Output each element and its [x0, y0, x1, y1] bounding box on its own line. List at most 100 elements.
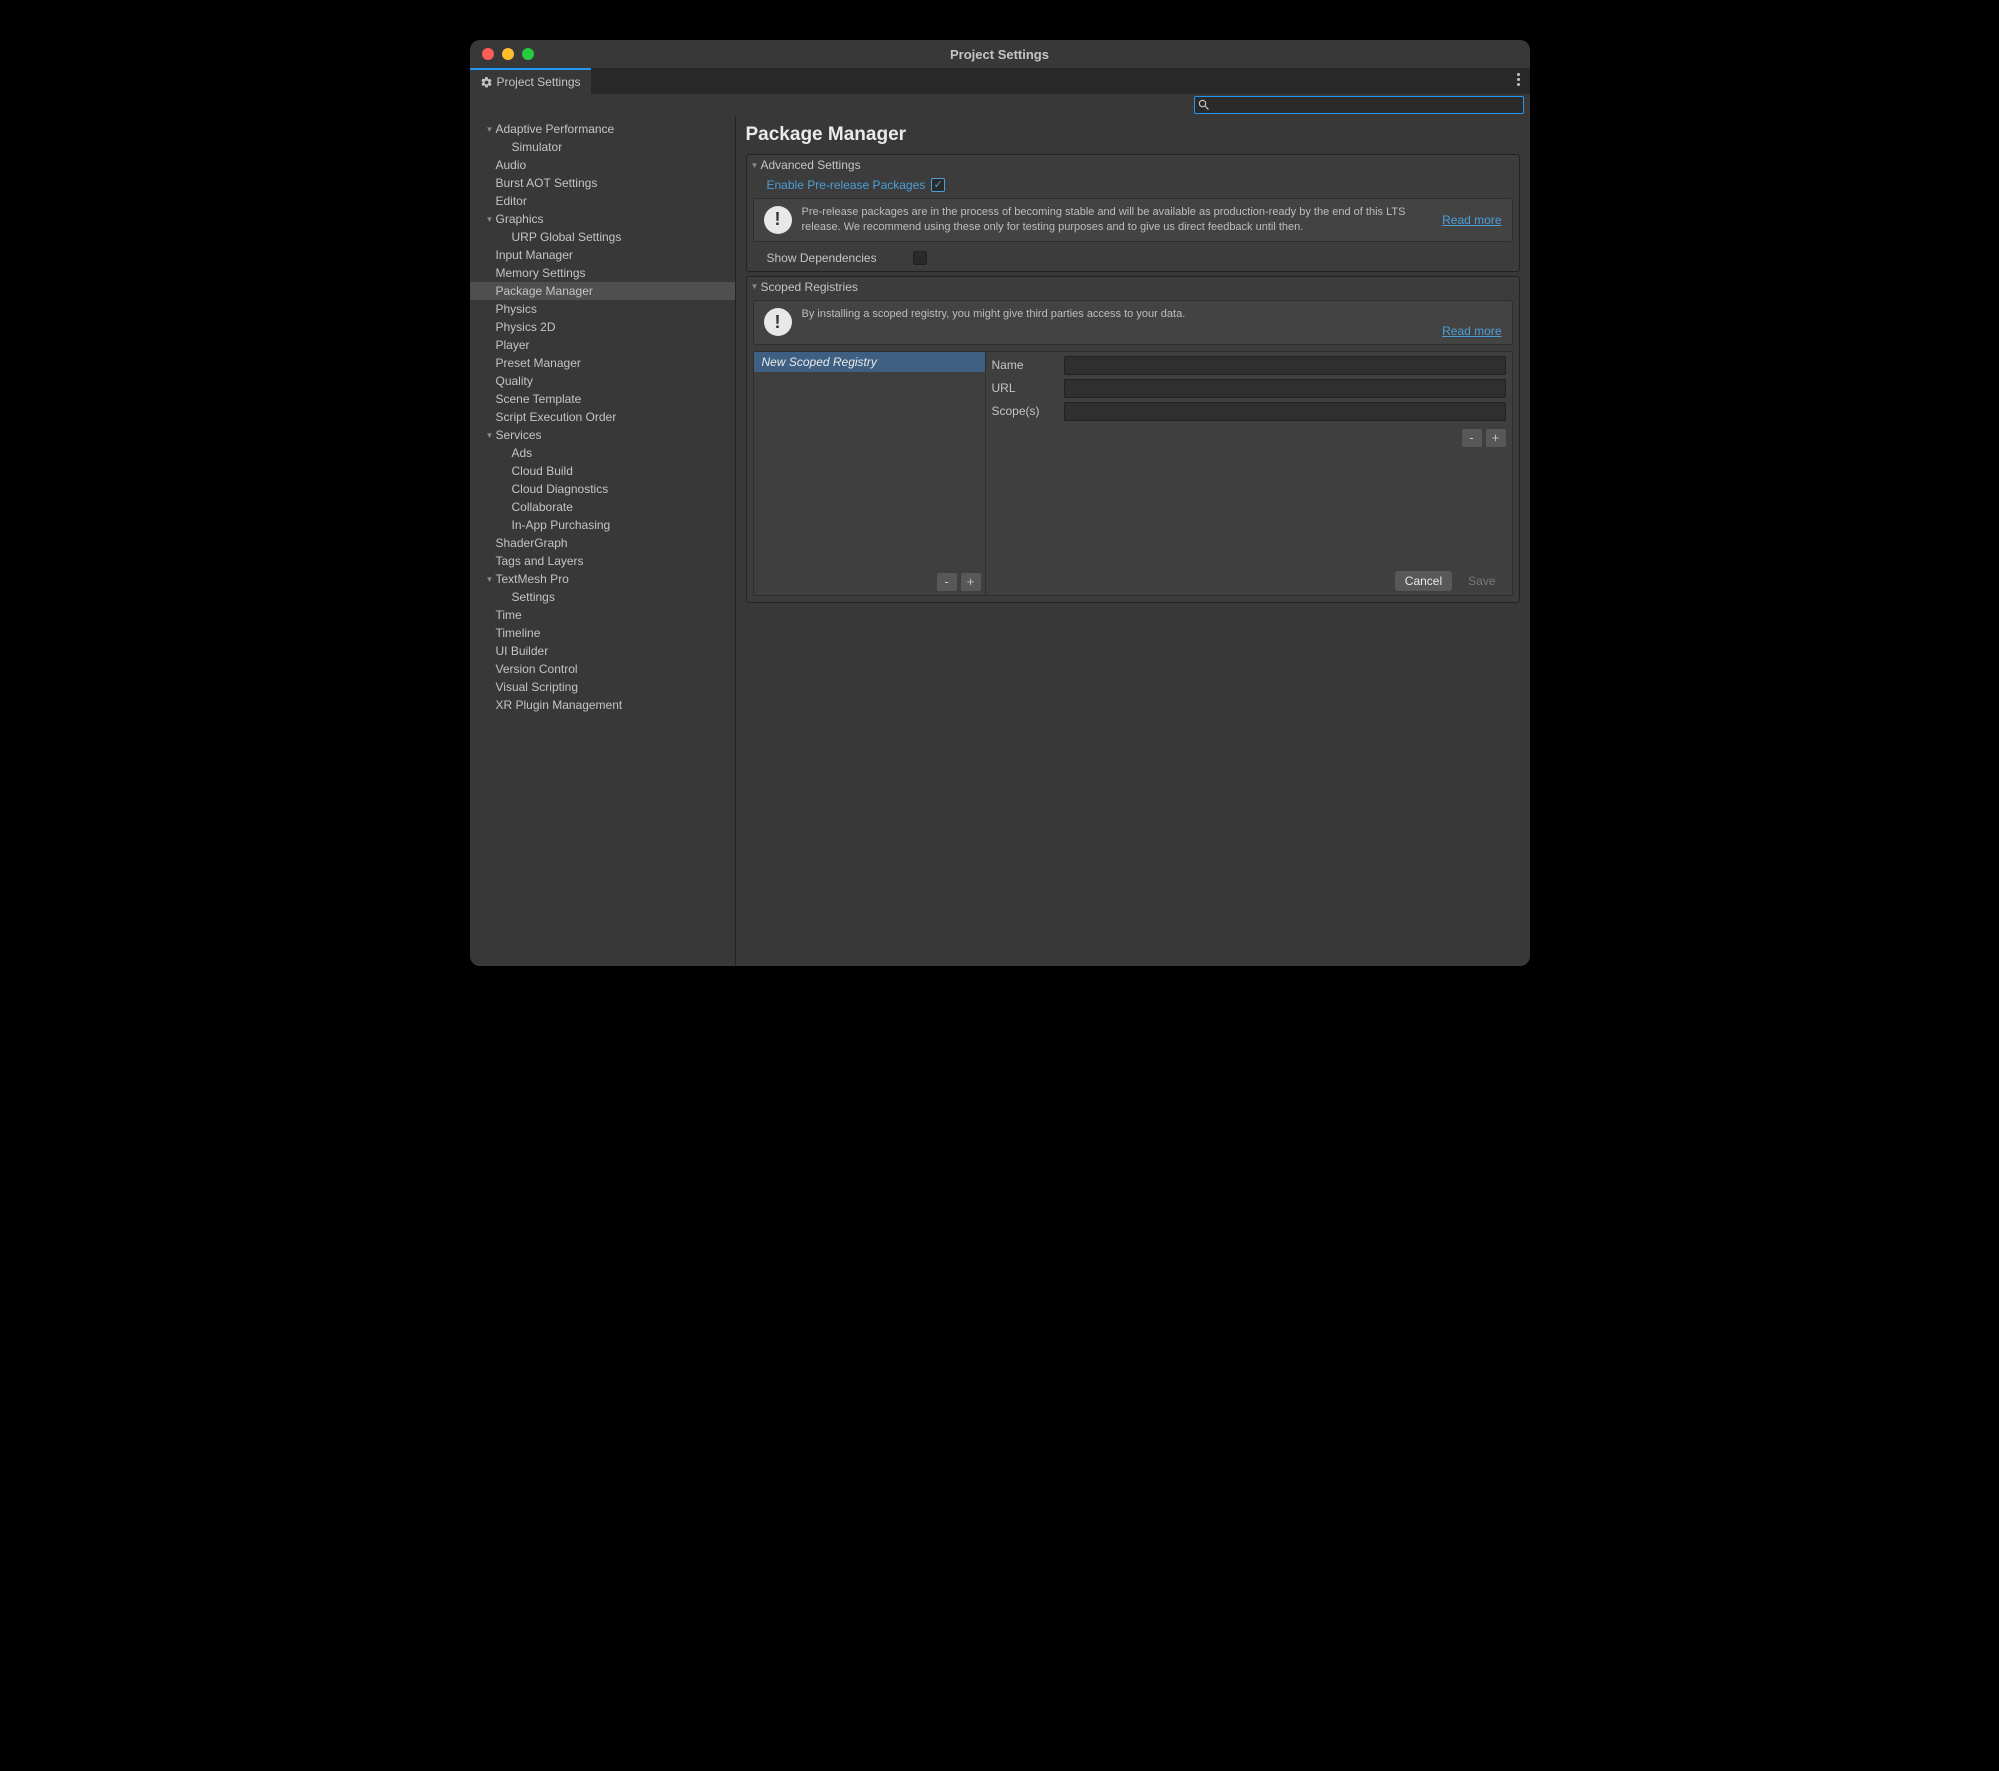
sidebar-item-label: Simulator: [512, 140, 563, 154]
sidebar-item-version-control[interactable]: ▼Version Control: [470, 660, 735, 678]
info-icon: !: [764, 206, 792, 234]
close-window-button[interactable]: [482, 48, 494, 60]
infobox-text: Pre-release packages are in the process …: [802, 205, 1433, 235]
sidebar-item-shadergraph[interactable]: ▼ShaderGraph: [470, 534, 735, 552]
zoom-window-button[interactable]: [522, 48, 534, 60]
sidebar-item-in-app-purchasing[interactable]: ▼In-App Purchasing: [470, 516, 735, 534]
panel-header-label: Scoped Registries: [761, 280, 858, 294]
sidebar-item-scene-template[interactable]: ▼Scene Template: [470, 390, 735, 408]
sidebar-item-label: Timeline: [496, 626, 541, 640]
info-icon: !: [764, 308, 792, 336]
sidebar-item-player[interactable]: ▼Player: [470, 336, 735, 354]
foldout-arrow-icon: ▼: [751, 282, 761, 291]
advanced-settings-foldout[interactable]: ▼ Advanced Settings: [747, 155, 1519, 175]
read-more-link[interactable]: Read more: [1442, 324, 1501, 338]
sidebar-item-label: Cloud Build: [512, 464, 573, 478]
sidebar-item-timeline[interactable]: ▼Timeline: [470, 624, 735, 642]
sidebar-item-input-manager[interactable]: ▼Input Manager: [470, 246, 735, 264]
page-title: Package Manager: [746, 124, 1520, 146]
add-registry-button[interactable]: +: [961, 573, 981, 591]
cancel-button[interactable]: Cancel: [1395, 571, 1452, 591]
sidebar-item-label: UI Builder: [496, 644, 549, 658]
tab-project-settings[interactable]: Project Settings: [470, 68, 591, 94]
sidebar-item-label: XR Plugin Management: [496, 698, 623, 712]
sidebar-item-cloud-build[interactable]: ▼Cloud Build: [470, 462, 735, 480]
save-button[interactable]: Save: [1458, 571, 1505, 591]
panel-header-label: Advanced Settings: [761, 158, 861, 172]
sidebar-item-label: Audio: [496, 158, 527, 172]
sidebar-item-label: Player: [496, 338, 530, 352]
sidebar-item-label: In-App Purchasing: [512, 518, 611, 532]
registry-name-input[interactable]: [1064, 356, 1506, 375]
sidebar-item-ui-builder[interactable]: ▼UI Builder: [470, 642, 735, 660]
sidebar-item-label: TextMesh Pro: [496, 572, 569, 586]
advanced-settings-panel: ▼ Advanced Settings Enable Pre-release P…: [746, 154, 1520, 272]
sidebar-item-package-manager[interactable]: ▼Package Manager: [470, 282, 735, 300]
sidebar-item-label: Physics 2D: [496, 320, 556, 334]
sidebar-item-xr-plugin-management[interactable]: ▼XR Plugin Management: [470, 696, 735, 714]
sidebar-item-simulator[interactable]: ▼Simulator: [470, 138, 735, 156]
sidebar-item-label: Input Manager: [496, 248, 573, 262]
sidebar-item-label: URP Global Settings: [512, 230, 622, 244]
sidebar-item-label: Preset Manager: [496, 356, 581, 370]
infobox-text: By installing a scoped registry, you mig…: [802, 307, 1502, 322]
enable-prerelease-checkbox[interactable]: [931, 178, 945, 192]
sidebar-item-physics[interactable]: ▼Physics: [470, 300, 735, 318]
registry-url-input[interactable]: [1064, 379, 1506, 398]
search-icon: [1197, 98, 1211, 112]
registry-form: Name URL Scope(s) - +: [986, 352, 1512, 595]
tab-label: Project Settings: [497, 75, 581, 89]
sidebar-item-audio[interactable]: ▼Audio: [470, 156, 735, 174]
read-more-link[interactable]: Read more: [1442, 213, 1501, 227]
sidebar-item-settings[interactable]: ▼Settings: [470, 588, 735, 606]
sidebar-item-services[interactable]: ▼Services: [470, 426, 735, 444]
show-dependencies-label: Show Dependencies: [767, 251, 907, 265]
sidebar-item-adaptive-performance[interactable]: ▼Adaptive Performance: [470, 120, 735, 138]
sidebar-item-label: ShaderGraph: [496, 536, 568, 550]
sidebar-item-preset-manager[interactable]: ▼Preset Manager: [470, 354, 735, 372]
sidebar-item-label: Editor: [496, 194, 527, 208]
remove-scope-button[interactable]: -: [1462, 429, 1482, 447]
sidebar-item-graphics[interactable]: ▼Graphics: [470, 210, 735, 228]
sidebar-item-label: Graphics: [496, 212, 544, 226]
main-panel: Package Manager ▼ Advanced Settings Enab…: [736, 116, 1530, 966]
sidebar-item-editor[interactable]: ▼Editor: [470, 192, 735, 210]
sidebar-item-visual-scripting[interactable]: ▼Visual Scripting: [470, 678, 735, 696]
tab-menu-button[interactable]: [1517, 73, 1520, 86]
sidebar-item-label: Package Manager: [496, 284, 593, 298]
sidebar-item-cloud-diagnostics[interactable]: ▼Cloud Diagnostics: [470, 480, 735, 498]
sidebar-item-tags-and-layers[interactable]: ▼Tags and Layers: [470, 552, 735, 570]
remove-registry-button[interactable]: -: [937, 573, 957, 591]
sidebar-item-quality[interactable]: ▼Quality: [470, 372, 735, 390]
expand-arrow-icon: ▼: [486, 575, 496, 584]
sidebar-item-label: Scene Template: [496, 392, 582, 406]
sidebar-item-label: Tags and Layers: [496, 554, 584, 568]
sidebar-item-time[interactable]: ▼Time: [470, 606, 735, 624]
sidebar-item-label: Physics: [496, 302, 537, 316]
sidebar-item-script-execution-order[interactable]: ▼Script Execution Order: [470, 408, 735, 426]
sidebar-item-label: Script Execution Order: [496, 410, 617, 424]
sidebar-item-ads[interactable]: ▼Ads: [470, 444, 735, 462]
sidebar-item-physics-2d[interactable]: ▼Physics 2D: [470, 318, 735, 336]
titlebar: Project Settings: [470, 40, 1530, 68]
sidebar-item-label: Settings: [512, 590, 555, 604]
search-field-wrap: [1194, 96, 1524, 114]
show-dependencies-checkbox[interactable]: [913, 251, 927, 265]
minimize-window-button[interactable]: [502, 48, 514, 60]
sidebar-item-urp-global-settings[interactable]: ▼URP Global Settings: [470, 228, 735, 246]
sidebar-item-label: Time: [496, 608, 522, 622]
search-row: [470, 94, 1530, 116]
sidebar-item-memory-settings[interactable]: ▼Memory Settings: [470, 264, 735, 282]
search-input[interactable]: [1213, 99, 1523, 111]
registry-list-item[interactable]: New Scoped Registry: [754, 352, 985, 372]
registry-editor: New Scoped Registry - + Name: [753, 351, 1513, 596]
sidebar-item-collaborate[interactable]: ▼Collaborate: [470, 498, 735, 516]
sidebar-item-label: Burst AOT Settings: [496, 176, 598, 190]
scoped-registries-panel: ▼ Scoped Registries ! By installing a sc…: [746, 276, 1520, 603]
sidebar-item-burst-aot-settings[interactable]: ▼Burst AOT Settings: [470, 174, 735, 192]
sidebar-item-textmesh-pro[interactable]: ▼TextMesh Pro: [470, 570, 735, 588]
registry-scope-input[interactable]: [1064, 402, 1506, 421]
scoped-registries-foldout[interactable]: ▼ Scoped Registries: [747, 277, 1519, 297]
expand-arrow-icon: ▼: [486, 125, 496, 134]
add-scope-button[interactable]: +: [1486, 429, 1506, 447]
